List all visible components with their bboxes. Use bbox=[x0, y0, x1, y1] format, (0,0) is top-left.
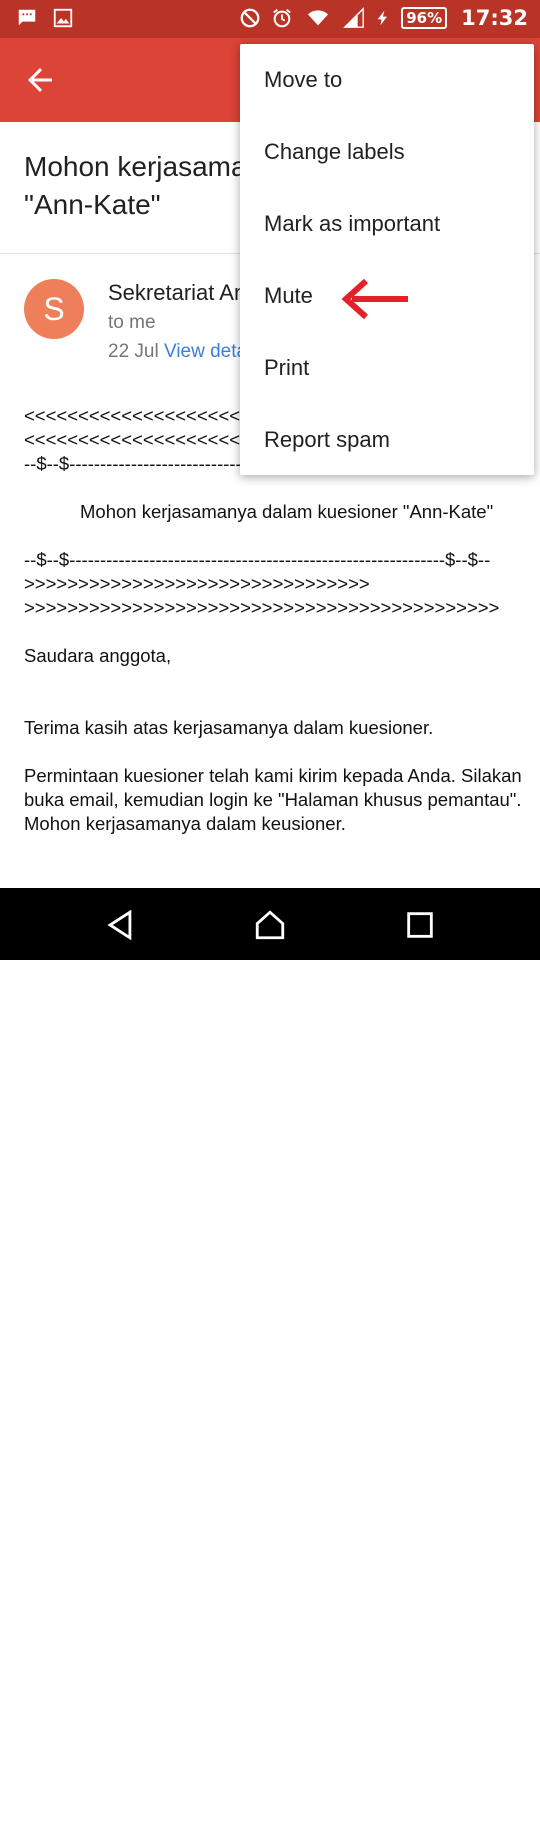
image-icon bbox=[53, 8, 73, 28]
signal-icon bbox=[343, 7, 365, 28]
email-date: 22 Jul bbox=[108, 341, 159, 362]
body-decoration: >>>>>>>>>>>>>>>>>>>>>>>>>>>>>>>>>>>>>>>>… bbox=[24, 597, 500, 618]
watermark: JalanTikus bbox=[300, 1791, 518, 1832]
menu-item-report-spam[interactable]: Report spam bbox=[240, 404, 534, 476]
body-paragraph: Mohon kerjasamanya dalam keusioner. bbox=[24, 813, 346, 834]
email-body: <<<<<<<<<<<<<<<<<<<<<<<<<<<<<<<<<<<<<<<<… bbox=[24, 404, 524, 888]
message-icon bbox=[18, 9, 36, 26]
clock: 17:32 bbox=[461, 6, 528, 30]
body-decoration: --$--$----------------------------------… bbox=[24, 549, 491, 570]
battery-level: 96% bbox=[401, 7, 448, 29]
navigation-bar: JalanTikus bbox=[0, 888, 540, 1832]
avatar[interactable]: S bbox=[24, 279, 84, 339]
home-icon[interactable] bbox=[253, 908, 287, 942]
body-paragraph: Terima kasih atas kerjasamanya dalam kue… bbox=[24, 717, 434, 738]
body-decoration: >>>>>>>>>>>>>>>>>>>>>>>>>>>>>>>> bbox=[24, 573, 370, 594]
menu-item-mark-important[interactable]: Mark as important bbox=[240, 188, 534, 260]
annotation-arrow-icon bbox=[341, 278, 408, 320]
blocked-icon bbox=[240, 8, 260, 28]
menu-item-change-labels[interactable]: Change labels bbox=[240, 116, 534, 188]
overflow-menu: Move to Change labels Mark as important … bbox=[240, 44, 534, 475]
body-paragraph: Permintaan kuesioner telah kami kirim ke… bbox=[24, 765, 522, 810]
status-bar: 96% 17:32 bbox=[0, 0, 540, 38]
body-heading: Mohon kerjasamanya dalam kuesioner "Ann-… bbox=[80, 501, 494, 522]
body-greeting: Saudara anggota, bbox=[24, 645, 172, 666]
menu-item-move-to[interactable]: Move to bbox=[240, 44, 534, 116]
back-arrow-icon[interactable] bbox=[22, 62, 58, 98]
alarm-icon bbox=[273, 9, 292, 28]
charging-icon bbox=[377, 10, 388, 26]
menu-item-print[interactable]: Print bbox=[240, 332, 534, 404]
back-nav-icon[interactable] bbox=[103, 908, 137, 942]
wifi-icon bbox=[308, 10, 329, 26]
recipient-label: to me bbox=[108, 312, 156, 333]
recent-apps-icon[interactable] bbox=[403, 908, 437, 942]
